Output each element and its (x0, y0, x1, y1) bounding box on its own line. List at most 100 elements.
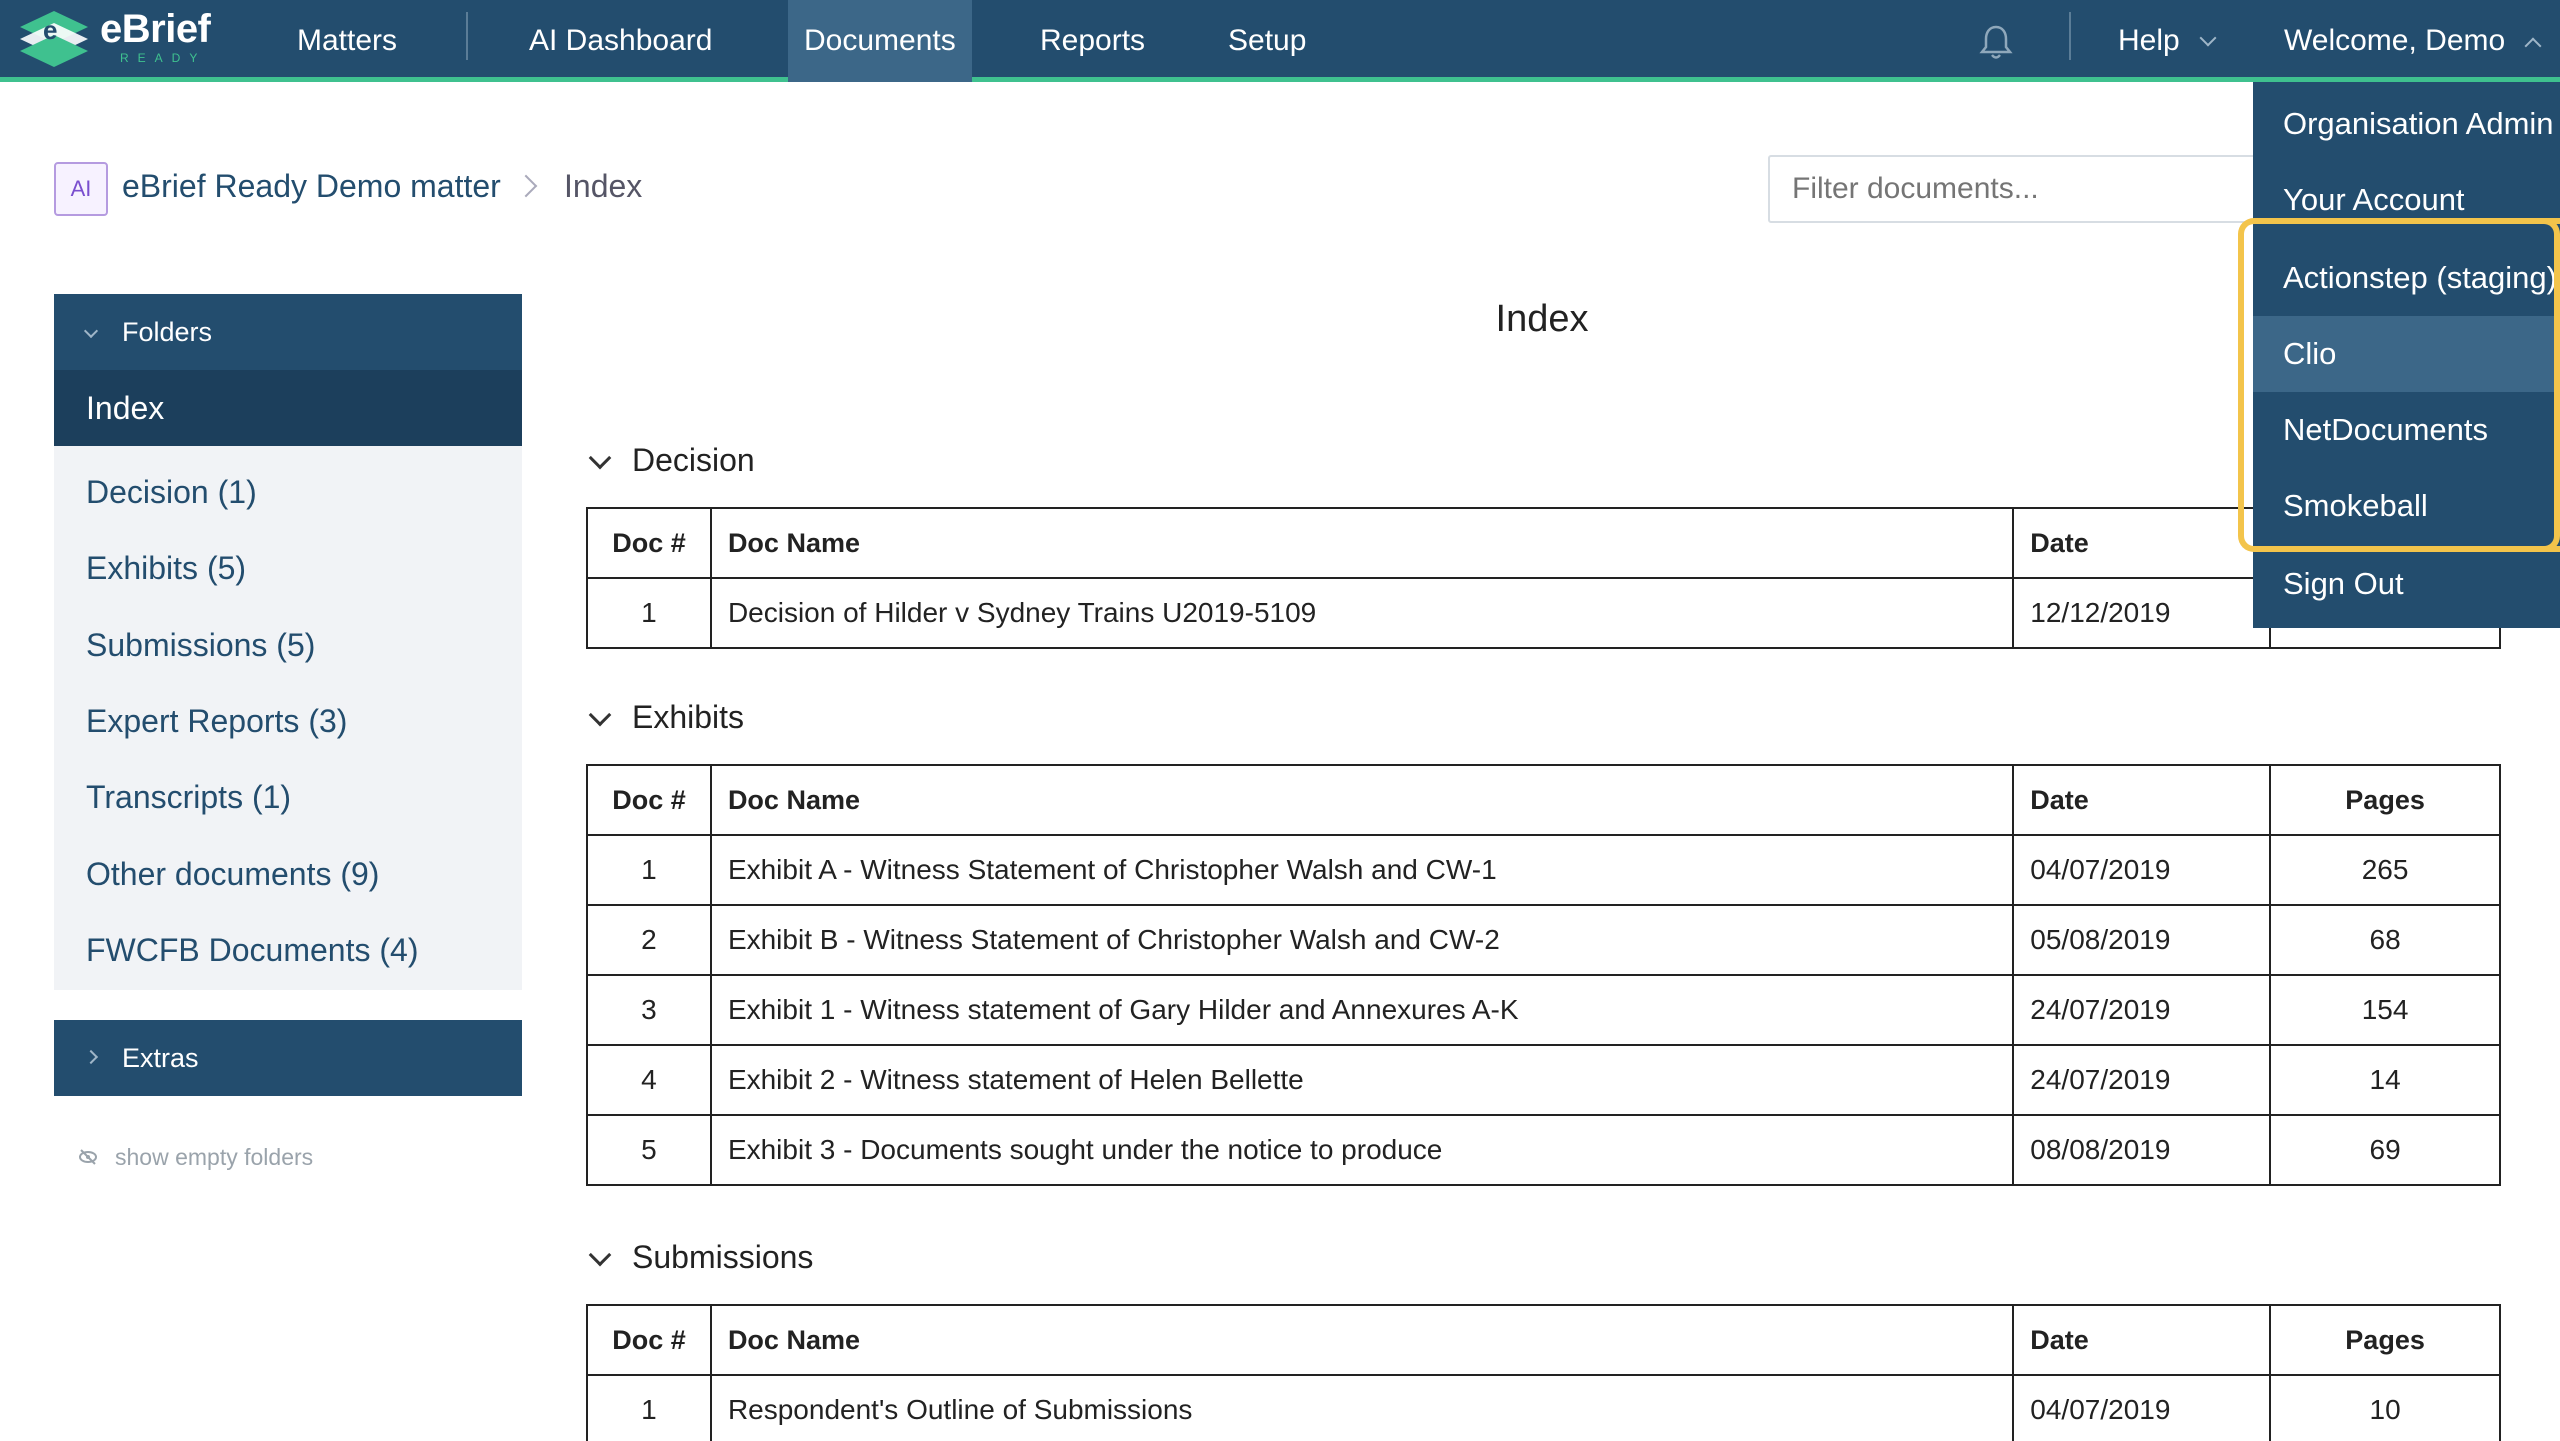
doc-name-link[interactable]: Respondent's Outline of Submissions (709, 1374, 2015, 1441)
breadcrumb-current: Index (564, 168, 643, 204)
integration-highlight-box (2238, 218, 2560, 552)
doc-name-link[interactable]: Exhibit 2 - Witness statement of Helen B… (709, 1044, 2015, 1116)
column-header-doc-name: Doc Name (709, 507, 2015, 579)
column-header-doc-name: Doc Name (709, 1304, 2015, 1376)
doc-date: 12/12/2019 (2012, 577, 2272, 649)
doc-date: 04/07/2019 (2012, 1374, 2272, 1441)
doc-name-link[interactable]: Exhibit 1 - Witness statement of Gary Hi… (709, 974, 2015, 1046)
sidebar-item-fwcfb-documents[interactable]: FWCFB Documents (4) (86, 932, 418, 969)
doc-name-link[interactable]: Exhibit A - Witness Statement of Christo… (709, 834, 2015, 906)
nav-reports[interactable]: Reports (1040, 0, 1145, 82)
menu-item-sign-out[interactable]: Sign Out (2253, 546, 2560, 622)
sidebar-item-decision[interactable]: Decision (1) (86, 474, 257, 511)
nav-divider (466, 12, 468, 60)
column-header-date: Date (2012, 507, 2272, 579)
table-header-row: Doc # Doc Name Date Pages (586, 507, 2501, 579)
doc-name-link[interactable]: Decision of Hilder v Sydney Trains U2019… (709, 577, 2015, 649)
section-title-submissions[interactable]: Submissions (632, 1239, 813, 1276)
sidebar-item-submissions[interactable]: Submissions (5) (86, 627, 315, 664)
logo-wordmark: eBrief READY (100, 7, 211, 67)
column-header-pages: Pages (2269, 1304, 2501, 1376)
breadcrumb-matter-link[interactable]: eBrief Ready Demo matter (122, 168, 501, 205)
ebrief-logo-icon: e (20, 11, 88, 67)
doc-date: 08/08/2019 (2012, 1114, 2272, 1186)
chevron-down-icon[interactable] (588, 703, 612, 727)
folder-list: Decision (1) Exhibits (5) Submissions (5… (54, 446, 522, 990)
section-title-exhibits[interactable]: Exhibits (632, 699, 744, 736)
welcome-menu[interactable]: Welcome, Demo (2284, 0, 2542, 82)
table-row[interactable]: 2 Exhibit B - Witness Statement of Chris… (586, 904, 2501, 976)
nav-matters[interactable]: Matters (297, 0, 397, 82)
menu-item-organisation-admin[interactable]: Organisation Admin (2253, 86, 2560, 162)
column-header-date: Date (2012, 1304, 2272, 1376)
doc-num: 1 (586, 577, 712, 649)
chevron-down-icon[interactable] (588, 446, 612, 470)
column-header-date: Date (2012, 764, 2272, 836)
page-title: Index (1495, 298, 1589, 340)
submissions-table: Doc # Doc Name Date Pages 1 Respondent's… (586, 1304, 2501, 1441)
chevron-right-icon (514, 174, 538, 198)
exhibits-table: Doc # Doc Name Date Pages 1 Exhibit A - … (586, 764, 2501, 1186)
column-header-doc-num: Doc # (586, 1304, 712, 1376)
sidebar-item-exhibits[interactable]: Exhibits (5) (86, 550, 246, 587)
table-row[interactable]: 1 Decision of Hilder v Sydney Trains U20… (586, 577, 2501, 649)
doc-num: 1 (586, 834, 712, 906)
top-nav-bar: e eBrief READY Matters AI Dashboard Docu… (0, 0, 2560, 82)
doc-pages: 69 (2269, 1114, 2501, 1186)
table-row[interactable]: 5 Exhibit 3 - Documents sought under the… (586, 1114, 2501, 1186)
table-row[interactable]: 1 Exhibit A - Witness Statement of Chris… (586, 834, 2501, 906)
doc-pages: 265 (2269, 834, 2501, 906)
integration-highlight-box-edge (2540, 218, 2560, 552)
matter-badge: AI (54, 162, 108, 216)
column-header-doc-num: Doc # (586, 764, 712, 836)
logo-title: eBrief (100, 7, 211, 51)
doc-num: 2 (586, 904, 712, 976)
eye-slash-icon (79, 1149, 97, 1165)
help-menu[interactable]: Help (2118, 0, 2217, 82)
doc-num: 4 (586, 1044, 712, 1116)
nav-divider (2069, 12, 2071, 60)
nav-ai-dashboard[interactable]: AI Dashboard (529, 0, 712, 82)
table-header-row: Doc # Doc Name Date Pages (586, 764, 2501, 836)
chevron-down-icon (83, 323, 99, 339)
doc-date: 24/07/2019 (2012, 974, 2272, 1046)
sidebar-item-other-documents[interactable]: Other documents (9) (86, 856, 379, 893)
section-title-decision[interactable]: Decision (632, 442, 755, 479)
doc-pages: 68 (2269, 904, 2501, 976)
doc-num: 5 (586, 1114, 712, 1186)
extras-header[interactable]: Extras (54, 1020, 522, 1096)
decision-table: Doc # Doc Name Date Pages 1 Decision of … (586, 507, 2501, 649)
doc-pages: 10 (2269, 1374, 2501, 1441)
column-header-pages: Pages (2269, 764, 2501, 836)
logo-subtitle: READY (120, 51, 207, 65)
show-empty-folders-toggle[interactable]: show empty folders (115, 1144, 313, 1171)
table-row[interactable]: 3 Exhibit 1 - Witness statement of Gary … (586, 974, 2501, 1046)
doc-pages: 14 (2269, 1044, 2501, 1116)
doc-name-link[interactable]: Exhibit 3 - Documents sought under the n… (709, 1114, 2015, 1186)
folders-label: Folders (122, 317, 213, 347)
sidebar-item-index[interactable]: Index (54, 370, 522, 446)
app-root: e eBrief READY Matters AI Dashboard Docu… (0, 0, 2560, 1441)
doc-name-link[interactable]: Exhibit B - Witness Statement of Christo… (709, 904, 2015, 976)
table-row[interactable]: 4 Exhibit 2 - Witness statement of Helen… (586, 1044, 2501, 1116)
chevron-down-icon[interactable] (588, 1243, 612, 1267)
chevron-up-icon (2524, 37, 2542, 55)
doc-date: 05/08/2019 (2012, 904, 2272, 976)
table-header-row: Doc # Doc Name Date Pages (586, 1304, 2501, 1376)
chevron-down-icon (2199, 29, 2217, 47)
welcome-label: Welcome, Demo (2284, 24, 2506, 57)
bell-icon[interactable] (1976, 22, 2016, 62)
nav-documents[interactable]: Documents (788, 0, 972, 82)
sidebar-item-expert-reports[interactable]: Expert Reports (3) (86, 703, 347, 740)
chevron-right-icon (83, 1049, 99, 1065)
folders-header[interactable]: Folders (54, 294, 522, 370)
column-header-doc-num: Doc # (586, 507, 712, 579)
nav-setup[interactable]: Setup (1228, 0, 1306, 82)
ebrief-logo[interactable]: e eBrief READY (16, 6, 211, 70)
sidebar-item-transcripts[interactable]: Transcripts (1) (86, 779, 291, 816)
table-row[interactable]: 1 Respondent's Outline of Submissions 04… (586, 1374, 2501, 1441)
extras-label: Extras (122, 1043, 199, 1073)
doc-pages: 154 (2269, 974, 2501, 1046)
doc-num: 3 (586, 974, 712, 1046)
svg-text:e: e (43, 15, 57, 45)
